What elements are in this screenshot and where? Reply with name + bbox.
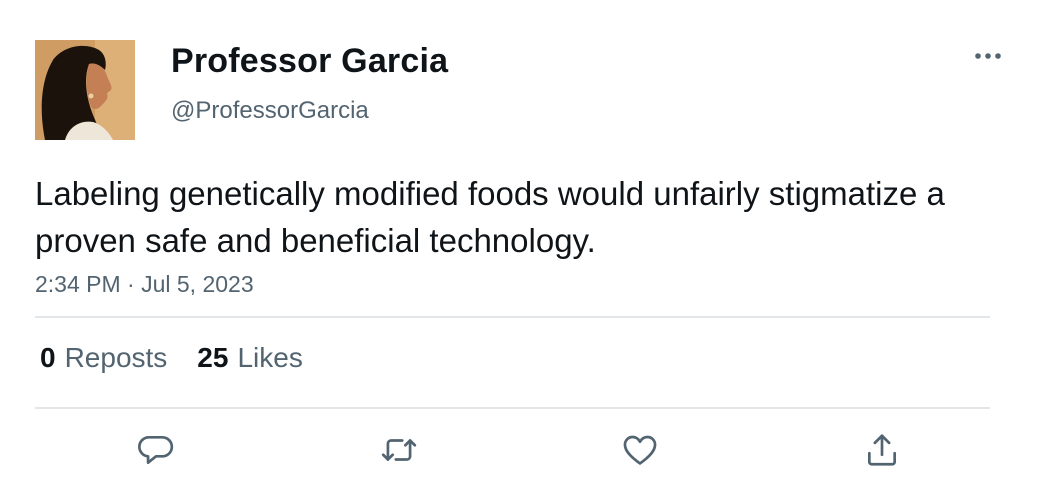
reposts-count: 0 (40, 342, 56, 373)
divider (35, 316, 990, 318)
tweet-text: Labeling genetically modified foods woul… (35, 175, 945, 259)
reply-icon (138, 435, 174, 465)
likes-stat[interactable]: 25 Likes (197, 342, 303, 374)
share-button[interactable] (862, 430, 902, 470)
author-handle[interactable]: @ProfessorGarcia (171, 97, 369, 125)
reposts-label: Reposts (64, 342, 168, 373)
avatar[interactable] (35, 40, 135, 140)
more-options-button[interactable] (970, 44, 1006, 68)
repost-button[interactable] (379, 430, 419, 470)
avatar-photo (35, 40, 135, 140)
likes-count: 25 (197, 342, 229, 373)
tweet-timestamp[interactable]: 2:34 PM · Jul 5, 2023 (35, 271, 254, 298)
share-icon (867, 434, 897, 466)
repost-icon (381, 439, 417, 461)
reply-button[interactable] (136, 430, 176, 470)
tweet-card: Professor Garcia @ProfessorGarcia Labeli… (0, 0, 1050, 480)
divider (35, 407, 990, 409)
reposts-stat[interactable]: 0 Reposts (40, 342, 167, 374)
engagement-stats: 0 Reposts 25 Likes (40, 342, 303, 374)
more-horizontal-icon (975, 53, 1001, 59)
author-display-name[interactable]: Professor Garcia (171, 42, 448, 81)
heart-icon (623, 435, 657, 465)
like-button[interactable] (620, 430, 660, 470)
likes-label: Likes (237, 342, 303, 373)
